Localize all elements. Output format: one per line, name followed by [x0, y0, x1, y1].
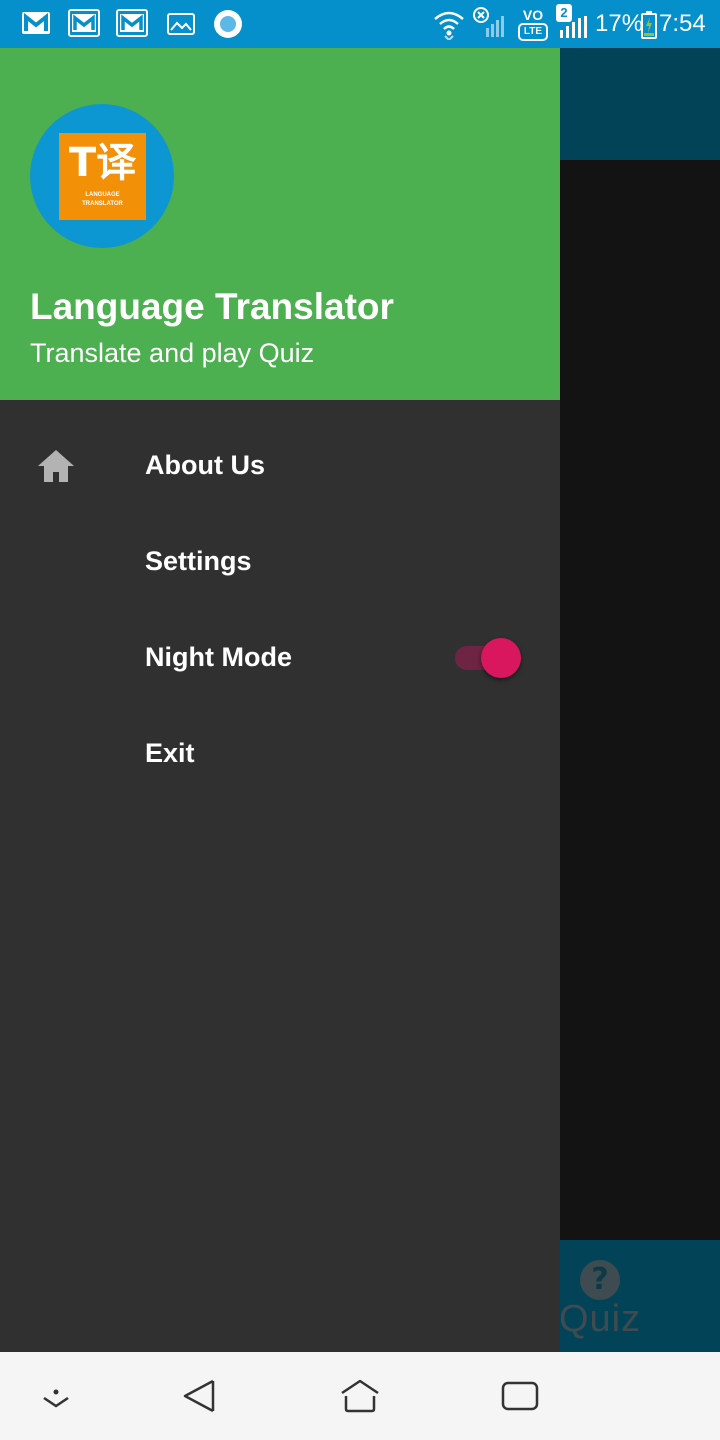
gallery-icon — [167, 13, 195, 35]
navigation-drawer: T译 LANGUAGE TRANSLATOR Language Translat… — [0, 48, 560, 1352]
menu-item-label: Exit — [145, 738, 195, 768]
back-icon[interactable] — [180, 1376, 220, 1416]
app-logo-avatar: T译 LANGUAGE TRANSLATOR — [30, 104, 174, 248]
menu-item-exit[interactable]: Exit — [0, 706, 560, 802]
drawer-subtitle: Translate and play Quiz — [30, 338, 315, 368]
home-icon[interactable] — [340, 1376, 380, 1416]
signal-x-icon — [473, 7, 504, 37]
drawer-header: T译 LANGUAGE TRANSLATOR Language Translat… — [0, 48, 560, 400]
collapse-icon[interactable] — [36, 1376, 76, 1416]
menu-item-settings[interactable]: Settings — [0, 514, 560, 610]
battery-percent: 17% — [595, 10, 644, 37]
system-navigation-bar — [0, 1352, 720, 1440]
drawer-title: Language Translator — [30, 286, 394, 327]
app-toolbar — [560, 48, 720, 160]
clock: 7:54 — [659, 10, 706, 37]
menu-item-night-mode[interactable]: Night Mode — [0, 610, 560, 706]
drawer-scrim[interactable] — [560, 160, 720, 1240]
gmail-icon — [116, 9, 148, 37]
quiz-tab[interactable]: ? Quiz — [558, 1240, 642, 1352]
signal-icon — [560, 16, 587, 38]
logo-caption: LANGUAGE TRANSLATOR — [82, 192, 123, 207]
status-bar: VO LTE 2 17% 7:54 — [0, 0, 720, 48]
gmail-icon — [68, 9, 100, 37]
circle-app-icon — [214, 10, 242, 38]
switch-thumb — [481, 638, 521, 678]
volte-badge: VO LTE — [518, 7, 548, 41]
menu-item-label: About Us — [145, 450, 265, 480]
menu-item-label: Night Mode — [145, 642, 292, 672]
bottom-navigation: ? Quiz — [558, 1240, 720, 1352]
battery-charging-icon — [641, 11, 657, 39]
gmail-icon — [22, 12, 50, 34]
recents-icon[interactable] — [500, 1376, 540, 1416]
home-icon — [38, 450, 74, 482]
app-logo: T译 LANGUAGE TRANSLATOR — [59, 133, 146, 220]
menu-item-about-us[interactable]: About Us — [0, 418, 560, 514]
wifi-icon — [434, 11, 464, 40]
help-icon: ? — [580, 1260, 620, 1300]
quiz-tab-label: Quiz — [558, 1298, 642, 1340]
night-mode-switch[interactable] — [455, 638, 523, 678]
menu-item-label: Settings — [145, 546, 252, 576]
logo-mark: T译 — [68, 140, 137, 186]
